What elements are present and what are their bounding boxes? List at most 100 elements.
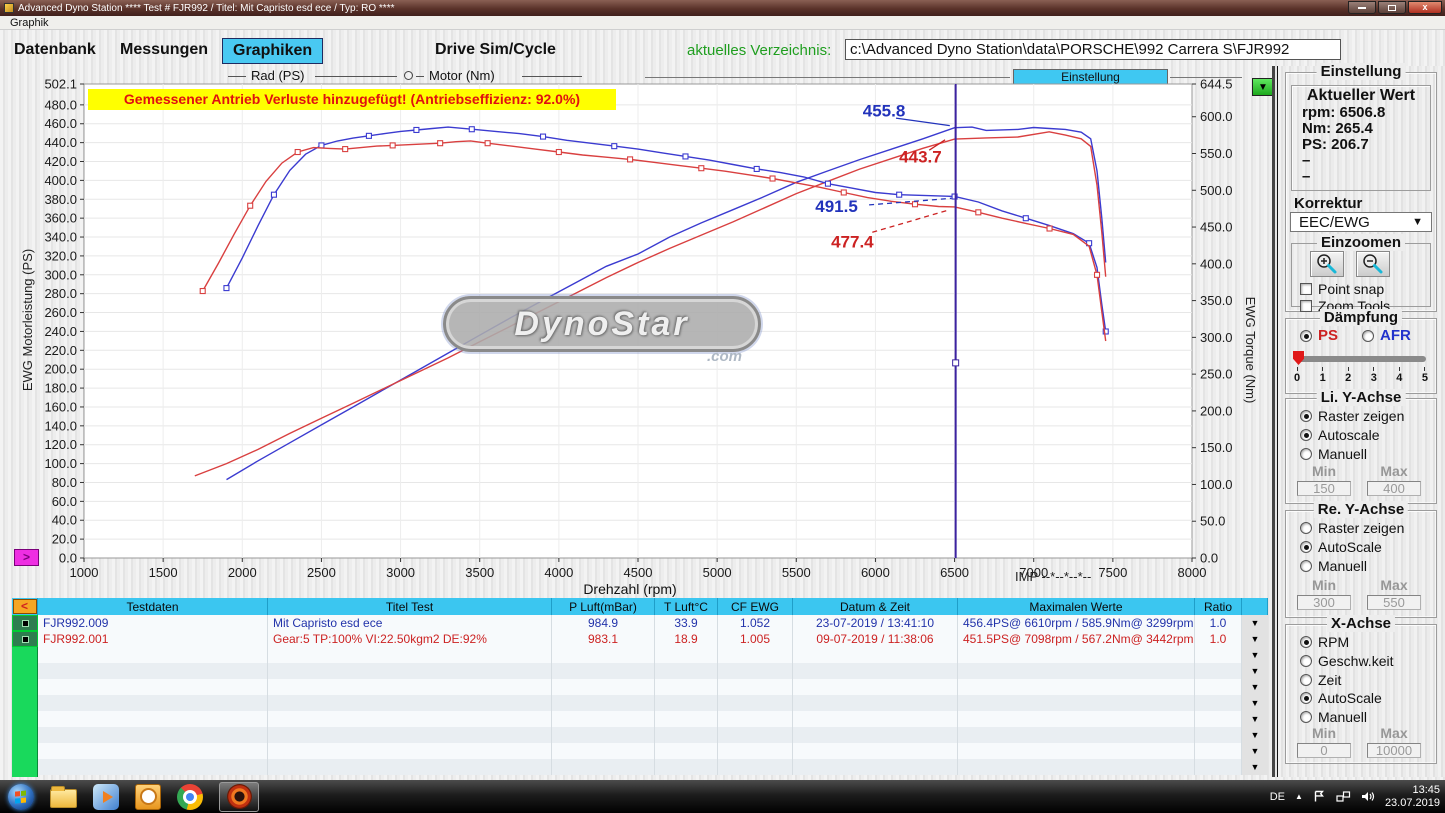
row-dropdown-arrow[interactable]: ▼ (1242, 695, 1268, 711)
svg-text:340.0: 340.0 (44, 230, 77, 245)
clock[interactable]: 13:45 23.07.2019 (1385, 784, 1440, 810)
row-dropdown-arrow[interactable]: ▼ (1242, 615, 1268, 631)
window-titlebar: Advanced Dyno Station **** Test # FJR992… (0, 0, 1445, 16)
max-label: Max (1364, 577, 1424, 593)
left-y-option[interactable]: Raster zeigen (1300, 408, 1434, 424)
column-header[interactable]: Maximalen Werte (958, 598, 1195, 615)
column-header[interactable]: CF EWG (718, 598, 793, 615)
slider-tick: 5 (1422, 367, 1428, 384)
language-indicator[interactable]: DE (1270, 791, 1285, 803)
network-icon[interactable] (1336, 790, 1351, 803)
empty-row: ▼ (12, 679, 1268, 695)
svg-text:120.0: 120.0 (44, 437, 77, 452)
einstellung-group: Einstellung Aktueller Wert rpm: 6506.8Nm… (1285, 72, 1437, 312)
chevron-down-icon: ▼ (1412, 216, 1423, 228)
x-scale-option[interactable]: AutoScale (1300, 690, 1434, 706)
min-field[interactable]: 150 (1297, 481, 1351, 496)
maximize-button[interactable] (1378, 1, 1406, 14)
damping-slider[interactable] (1294, 353, 1428, 365)
column-header[interactable]: Ratio (1195, 598, 1242, 615)
calendar-app-icon[interactable] (135, 784, 161, 810)
table-cell: 18.9 (655, 631, 718, 647)
row-selector-button[interactable] (12, 615, 38, 631)
current-directory-input[interactable] (845, 39, 1341, 60)
column-header[interactable]: Titel Test (268, 598, 552, 615)
row-dropdown-arrow[interactable]: ▼ (1242, 711, 1268, 727)
min-field[interactable]: 0 (1297, 743, 1351, 758)
column-header[interactable]: Datum & Zeit (793, 598, 958, 615)
zoom-out-button[interactable] (1356, 251, 1390, 277)
row-dropdown-arrow[interactable]: ▼ (1242, 679, 1268, 695)
current-value-box: Aktueller Wert rpm: 6506.8Nm: 265.4PS: 2… (1291, 85, 1431, 191)
slider-thumb[interactable] (1293, 351, 1304, 365)
media-player-icon[interactable] (93, 784, 119, 810)
row-selector-strip (12, 647, 38, 777)
right-y-option[interactable]: Manuell (1300, 558, 1434, 574)
right-y-option[interactable]: Raster zeigen (1300, 520, 1434, 536)
row-dropdown-arrow[interactable]: ▼ (1242, 743, 1268, 759)
group-title: Li. Y-Achse (1317, 389, 1406, 406)
max-field[interactable]: 10000 (1367, 743, 1421, 758)
x-axis-option[interactable]: Zeit (1300, 672, 1434, 688)
tab-drive-sim[interactable]: Drive Sim/Cycle (435, 41, 556, 59)
current-value-line: – (1302, 169, 1430, 185)
tab-messungen[interactable]: Messungen (120, 41, 208, 59)
row-dropdown-arrow[interactable]: ▼ (1242, 647, 1268, 663)
tab-graphiken[interactable]: Graphiken (222, 38, 323, 64)
max-label: Max (1364, 725, 1424, 741)
radio-icon (1300, 330, 1312, 342)
x-axis-option[interactable]: RPM (1300, 634, 1434, 650)
row-dropdown-arrow[interactable]: ▼ (1242, 759, 1268, 775)
damping-option[interactable]: AFR (1362, 327, 1411, 344)
close-button[interactable]: x (1408, 1, 1442, 14)
radio-icon (1300, 560, 1312, 572)
left-axis-title: EWG Motorleistung (PS) (20, 170, 36, 470)
damping-option[interactable]: PS (1300, 327, 1338, 344)
row-selector-button[interactable] (12, 631, 38, 647)
menu-item-graphik[interactable]: Graphik (10, 17, 49, 29)
tab-datenbank[interactable]: Datenbank (14, 41, 96, 59)
volume-icon[interactable] (1361, 790, 1375, 803)
table-cell: Mit Capristo esd ece (268, 615, 552, 631)
zoom-tool-option[interactable]: Point snap (1300, 281, 1430, 297)
row-dropdown-arrow[interactable]: ▼ (1242, 631, 1268, 647)
table-collapse-button[interactable]: < (13, 599, 37, 614)
table-row[interactable]: FJR992.001Gear:5 TP:100% VI:22.50kgm2 DE… (12, 631, 1268, 647)
start-button[interactable] (8, 784, 34, 810)
left-y-option[interactable]: Manuell (1300, 446, 1434, 462)
chrome-icon[interactable] (177, 784, 203, 810)
svg-text:5000: 5000 (703, 565, 732, 580)
x-scale-option[interactable]: Manuell (1300, 709, 1434, 725)
tray-expand-icon[interactable]: ▲ (1295, 792, 1303, 801)
row-dropdown-arrow[interactable]: ▼ (1242, 727, 1268, 743)
action-center-flag-icon[interactable] (1313, 790, 1326, 803)
korrektur-select[interactable]: EEC/EWG ▼ (1290, 212, 1432, 232)
radio-icon (1300, 410, 1312, 422)
column-header[interactable]: Testdaten (38, 598, 268, 615)
minimize-button[interactable] (1348, 1, 1376, 14)
dyno-app-taskbar-button[interactable] (219, 782, 259, 812)
x-axis-group: X-Achse RPMGeschw.keitZeit AutoScaleManu… (1285, 624, 1437, 764)
explorer-icon[interactable] (50, 789, 77, 808)
x-axis-option[interactable]: Geschw.keit (1300, 653, 1434, 669)
radio-icon (1300, 674, 1312, 686)
column-header[interactable]: P Luft(mBar) (552, 598, 655, 615)
svg-text:60.0: 60.0 (52, 494, 77, 509)
left-y-option[interactable]: Autoscale (1300, 427, 1434, 443)
column-header[interactable]: T Luft°C (655, 598, 718, 615)
option-label: Autoscale (1318, 427, 1379, 443)
row-dropdown-arrow[interactable]: ▼ (1242, 663, 1268, 679)
max-field[interactable]: 550 (1367, 595, 1421, 610)
right-y-option[interactable]: AutoScale (1300, 539, 1434, 555)
chart-scroll-button[interactable]: > (14, 549, 39, 566)
min-field[interactable]: 300 (1297, 595, 1351, 610)
slider-tick: 1 (1320, 367, 1326, 384)
radio-icon (1300, 522, 1312, 534)
svg-text:280.0: 280.0 (44, 286, 77, 301)
zoom-in-button[interactable] (1310, 251, 1344, 277)
svg-text:400.0: 400.0 (44, 173, 77, 188)
table-row[interactable]: FJR992.009Mit Capristo esd ece984.933.91… (12, 615, 1268, 631)
einzoomen-title: Einzoomen (1317, 234, 1405, 251)
svg-text:20.0: 20.0 (52, 532, 77, 547)
max-field[interactable]: 400 (1367, 481, 1421, 496)
